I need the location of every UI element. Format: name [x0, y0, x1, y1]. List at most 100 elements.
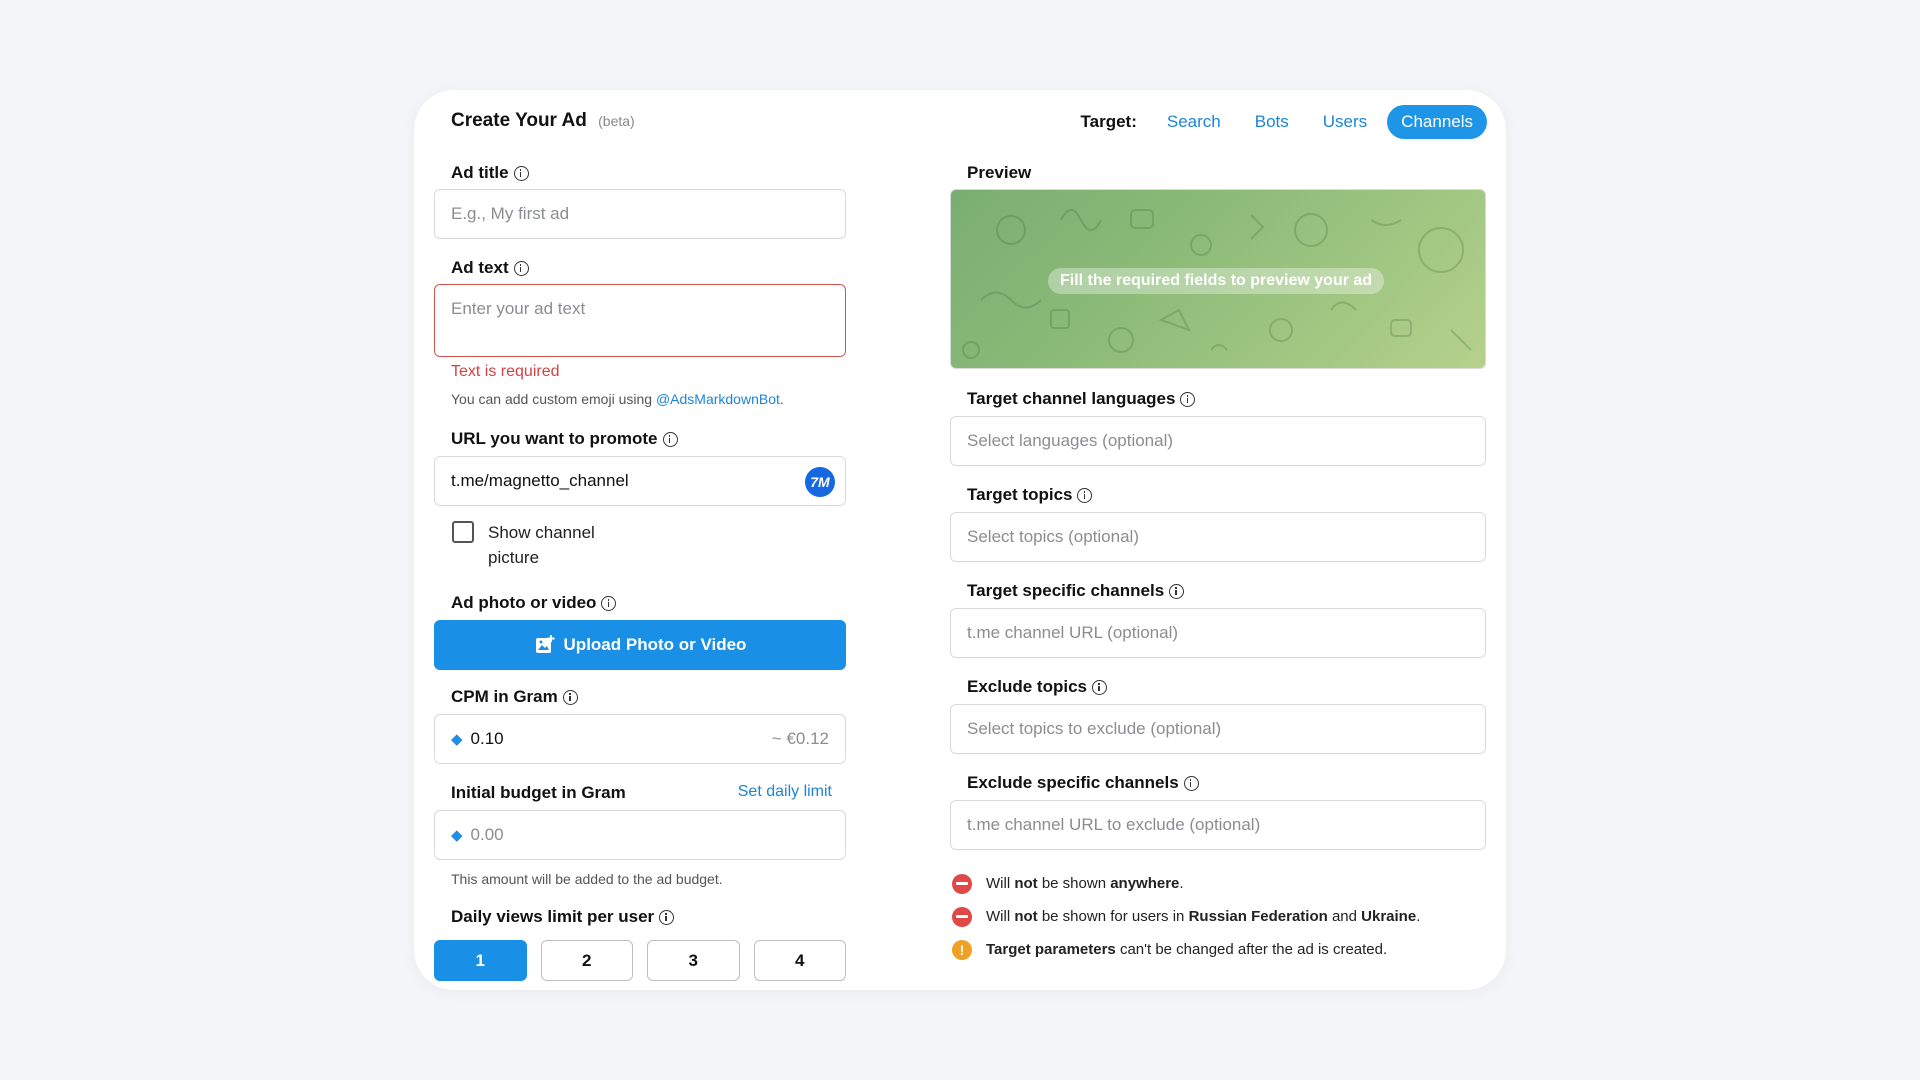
- hint-suffix: .: [779, 391, 784, 407]
- info-icon[interactable]: [513, 260, 529, 276]
- url-input[interactable]: t.me/magnetto_channel 7M: [434, 456, 846, 506]
- preview-label: Preview: [967, 163, 1031, 183]
- add-photo-icon: [535, 635, 555, 653]
- ad-text-placeholder: Enter your ad text: [451, 299, 586, 318]
- topics-label-text: Target topics: [967, 485, 1073, 504]
- create-ad-card: Create Your Ad (beta) Target: Search Bot…: [414, 90, 1506, 990]
- exclude-channels-label-text: Exclude specific channels: [967, 773, 1179, 792]
- budget-input[interactable]: ◆ 0.00: [434, 810, 846, 860]
- blocked-icon: [952, 906, 972, 927]
- ad-text-label: Ad text: [451, 258, 529, 278]
- info-icon[interactable]: [662, 431, 678, 447]
- cpm-euro-equivalent: ~ €0.12: [771, 729, 829, 748]
- custom-emoji-hint: You can add custom emoji using @AdsMarkd…: [451, 391, 784, 407]
- note-text: Will not be shown anywhere.: [986, 875, 1184, 892]
- budget-hint: This amount will be added to the ad budg…: [451, 871, 723, 887]
- note-region-restriction: Will not be shown for users in Russian F…: [952, 900, 1420, 933]
- note-not-shown-anywhere: Will not be shown anywhere.: [952, 867, 1420, 900]
- magnetto-badge-icon[interactable]: 7M: [805, 467, 835, 497]
- cpm-input[interactable]: ◆ 0.10 ~ €0.12: [434, 714, 846, 764]
- ad-preview: Fill the required fields to preview your…: [950, 189, 1486, 369]
- info-icon[interactable]: [513, 165, 529, 181]
- ad-title-input[interactable]: E.g., My first ad: [434, 189, 846, 239]
- budget-placeholder: 0.00: [470, 825, 504, 844]
- target-label: Target:: [1080, 112, 1137, 131]
- ad-title-label: Ad title: [451, 163, 529, 183]
- exclude-topics-label-text: Exclude topics: [967, 677, 1087, 696]
- ad-text-error: Text is required: [451, 363, 560, 380]
- gram-diamond-icon: ◆: [451, 731, 463, 748]
- exclude-topics-placeholder: Select topics to exclude (optional): [967, 719, 1222, 738]
- views-limit-option-3[interactable]: 3: [647, 940, 740, 981]
- warning-icon: !: [952, 939, 972, 960]
- preview-label-text: Preview: [967, 163, 1032, 182]
- preview-placeholder-message: Fill the required fields to preview your…: [1048, 268, 1385, 294]
- views-limit-label-text: Daily views limit per user: [451, 907, 655, 926]
- ad-title-label-text: Ad title: [451, 163, 509, 182]
- cpm-label-text: CPM in Gram: [451, 687, 558, 706]
- note-target-parameters-warning: ! Target parameters can't be changed aft…: [952, 933, 1420, 966]
- exclude-topics-label: Exclude topics: [967, 677, 1107, 697]
- set-daily-limit-link[interactable]: Set daily limit: [738, 783, 832, 801]
- info-icon[interactable]: [659, 909, 675, 925]
- info-icon[interactable]: [1183, 775, 1199, 791]
- ad-text-input[interactable]: Enter your ad text: [434, 284, 846, 357]
- target-tabs: Target: Search Bots Users Channels: [1080, 105, 1487, 139]
- info-icon[interactable]: [1169, 583, 1185, 599]
- url-value: t.me/magnetto_channel: [451, 471, 629, 490]
- topics-placeholder: Select topics (optional): [967, 527, 1139, 546]
- views-limit-option-4[interactable]: 4: [753, 940, 846, 981]
- views-limit-label: Daily views limit per user: [451, 907, 675, 927]
- topics-select[interactable]: Select topics (optional): [950, 512, 1486, 562]
- info-icon[interactable]: [1091, 679, 1107, 695]
- views-limit-option-1[interactable]: 1: [434, 940, 527, 981]
- cpm-label: CPM in Gram: [451, 687, 578, 707]
- show-picture-checkbox[interactable]: [452, 521, 474, 543]
- tab-users[interactable]: Users: [1309, 105, 1381, 139]
- info-icon[interactable]: [1180, 391, 1196, 407]
- specific-channels-label-text: Target specific channels: [967, 581, 1165, 600]
- hint-prefix: You can add custom emoji using: [451, 391, 656, 407]
- info-icon[interactable]: [601, 595, 617, 611]
- tab-channels[interactable]: Channels: [1387, 105, 1487, 139]
- show-picture-label: Show channel picture: [488, 523, 595, 567]
- note-text: Target parameters can't be changed after…: [986, 941, 1388, 958]
- specific-channels-label: Target specific channels: [967, 581, 1185, 601]
- ad-title-placeholder: E.g., My first ad: [451, 204, 570, 223]
- media-label-text: Ad photo or video: [451, 593, 597, 612]
- views-limit-options: 1 2 3 4: [434, 940, 846, 981]
- note-text: Will not be shown for users in Russian F…: [986, 908, 1421, 925]
- exclude-topics-select[interactable]: Select topics to exclude (optional): [950, 704, 1486, 754]
- upload-media-button[interactable]: Upload Photo or Video: [434, 620, 846, 670]
- ad-text-label-text: Ad text: [451, 258, 509, 277]
- targeting-notes: Will not be shown anywhere. Will not be …: [952, 867, 1420, 966]
- upload-button-label: Upload Photo or Video: [563, 635, 747, 654]
- page-title-text: Create Your Ad: [451, 110, 587, 131]
- cpm-value: 0.10: [470, 729, 504, 748]
- specific-channels-input[interactable]: t.me channel URL (optional): [950, 608, 1486, 658]
- media-label: Ad photo or video: [451, 593, 617, 613]
- url-label: URL you want to promote: [451, 429, 678, 449]
- beta-badge: (beta): [598, 113, 635, 129]
- languages-label: Target channel languages: [967, 389, 1196, 409]
- ads-markdown-bot-link[interactable]: @AdsMarkdownBot: [656, 391, 780, 407]
- topics-label: Target topics: [967, 485, 1093, 505]
- info-icon[interactable]: [562, 689, 578, 705]
- blocked-icon: [952, 873, 972, 894]
- exclude-channels-placeholder: t.me channel URL to exclude (optional): [967, 815, 1261, 834]
- languages-select[interactable]: Select languages (optional): [950, 416, 1486, 466]
- budget-label-text: Initial budget in Gram: [451, 783, 626, 802]
- gram-diamond-icon: ◆: [451, 827, 463, 844]
- exclude-channels-input[interactable]: t.me channel URL to exclude (optional): [950, 800, 1486, 850]
- page-title: Create Your Ad (beta): [451, 110, 635, 132]
- specific-channels-placeholder: t.me channel URL (optional): [967, 623, 1179, 642]
- info-icon[interactable]: [1077, 487, 1093, 503]
- languages-placeholder: Select languages (optional): [967, 431, 1174, 450]
- show-picture-row[interactable]: Show channel picture: [452, 520, 608, 570]
- languages-label-text: Target channel languages: [967, 389, 1176, 408]
- views-limit-option-2[interactable]: 2: [540, 940, 633, 981]
- tab-bots[interactable]: Bots: [1241, 105, 1303, 139]
- exclude-channels-label: Exclude specific channels: [967, 773, 1199, 793]
- url-label-text: URL you want to promote: [451, 429, 658, 448]
- tab-search[interactable]: Search: [1153, 105, 1235, 139]
